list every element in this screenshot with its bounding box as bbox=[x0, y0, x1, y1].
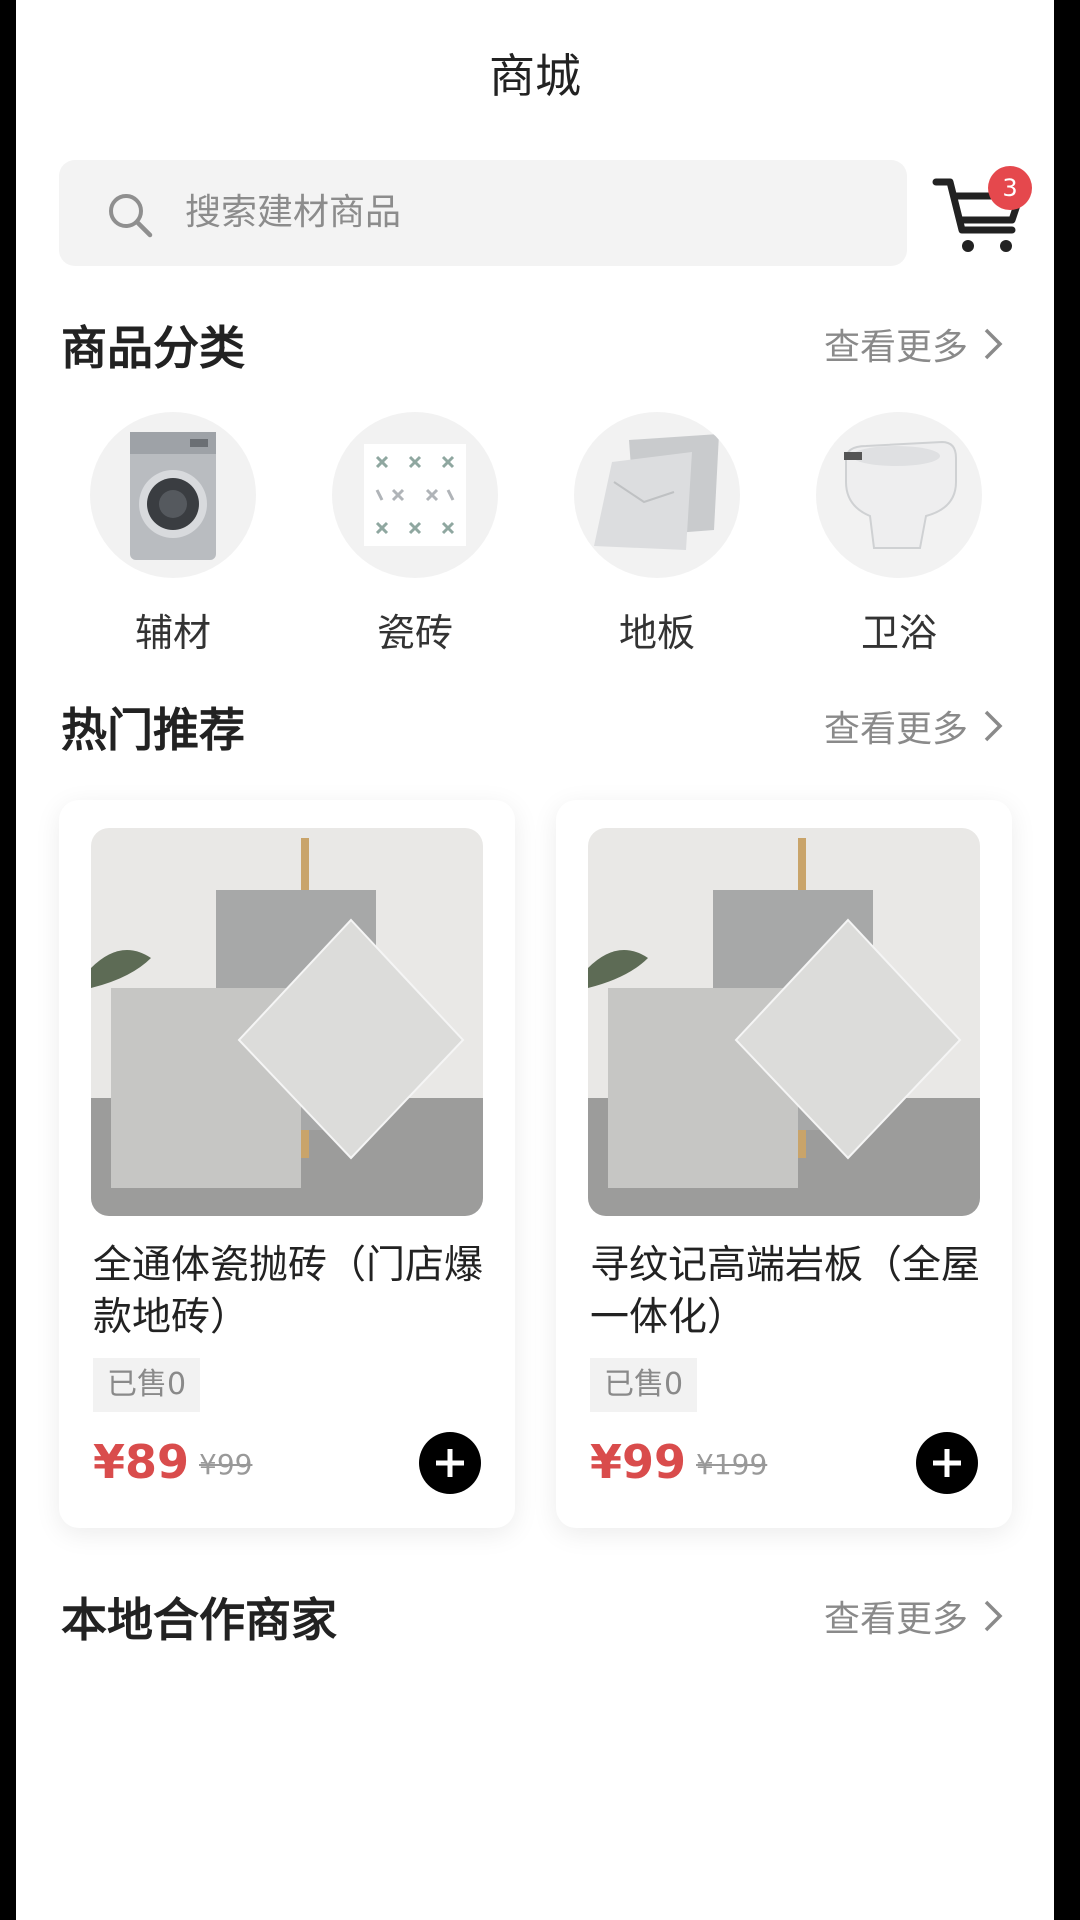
floor-slabs-icon bbox=[594, 434, 719, 550]
category-image bbox=[816, 412, 982, 578]
category-label: 地板 bbox=[618, 611, 695, 655]
product-image bbox=[91, 828, 483, 1216]
sold-count: 已售0 bbox=[590, 1358, 698, 1412]
category-item-floor[interactable]: 地板 bbox=[574, 412, 740, 657]
categories-more-link[interactable]: 查看更多 bbox=[824, 318, 1004, 370]
product-card[interactable]: 全通体瓷抛砖（门店爆款地砖） 已售0 ¥89 ¥99 bbox=[59, 800, 515, 1528]
original-price: ¥199 bbox=[696, 1448, 768, 1481]
hot-more-link[interactable]: 查看更多 bbox=[824, 700, 1004, 752]
search-placeholder: 搜索建材商品 bbox=[185, 192, 402, 233]
smart-toilet-icon bbox=[844, 440, 957, 549]
more-label: 查看更多 bbox=[823, 327, 968, 368]
category-image bbox=[90, 412, 256, 578]
search-bar[interactable]: 搜索建材商品 bbox=[59, 160, 907, 266]
more-label: 查看更多 bbox=[823, 709, 968, 750]
product-card[interactable]: 寻纹记高端岩板（全屋一体化） 已售0 ¥99 ¥199 bbox=[556, 800, 1012, 1528]
product-price: ¥89 bbox=[93, 1435, 190, 1489]
sold-count: 已售0 bbox=[93, 1358, 201, 1412]
washing-machine-icon bbox=[130, 432, 216, 560]
category-label: 辅材 bbox=[134, 611, 211, 655]
category-image bbox=[574, 412, 740, 578]
more-label: 查看更多 bbox=[823, 1599, 968, 1640]
hot-title: 热门推荐 bbox=[61, 703, 245, 757]
chevron-right-icon bbox=[984, 1600, 1003, 1632]
add-to-cart-button[interactable] bbox=[419, 1432, 481, 1494]
search-icon bbox=[109, 194, 153, 238]
original-price: ¥99 bbox=[199, 1448, 253, 1481]
chevron-right-icon bbox=[984, 328, 1003, 360]
tile-display-image bbox=[588, 828, 980, 1216]
product-name: 寻纹记高端岩板（全屋一体化） bbox=[590, 1243, 981, 1340]
categories-title: 商品分类 bbox=[61, 321, 245, 375]
category-item-tile[interactable]: 瓷砖 bbox=[332, 412, 498, 657]
page-title: 商城 bbox=[489, 49, 581, 103]
category-item-bathroom[interactable]: 卫浴 bbox=[816, 412, 982, 657]
cart-badge: 3 bbox=[988, 166, 1032, 210]
merchants-title: 本地合作商家 bbox=[61, 1593, 337, 1647]
merchants-more-link[interactable]: 查看更多 bbox=[824, 1590, 1004, 1642]
category-label: 瓷砖 bbox=[376, 611, 453, 655]
category-image bbox=[332, 412, 498, 578]
chevron-right-icon bbox=[984, 710, 1003, 742]
product-name: 全通体瓷抛砖（门店爆款地砖） bbox=[93, 1243, 484, 1340]
add-to-cart-button[interactable] bbox=[916, 1432, 978, 1494]
tile-display-image bbox=[91, 828, 483, 1216]
product-price: ¥99 bbox=[590, 1435, 687, 1489]
patterned-tile-icon bbox=[364, 444, 466, 546]
screen: 商城 搜索建材商品 3 商品分类 查看更多 辅材 瓷砖 地板 卫浴 热门推荐 查… bbox=[16, 0, 1054, 1920]
product-image bbox=[588, 828, 980, 1216]
category-label: 卫浴 bbox=[860, 611, 937, 655]
category-item-auxiliary[interactable]: 辅材 bbox=[90, 412, 256, 657]
